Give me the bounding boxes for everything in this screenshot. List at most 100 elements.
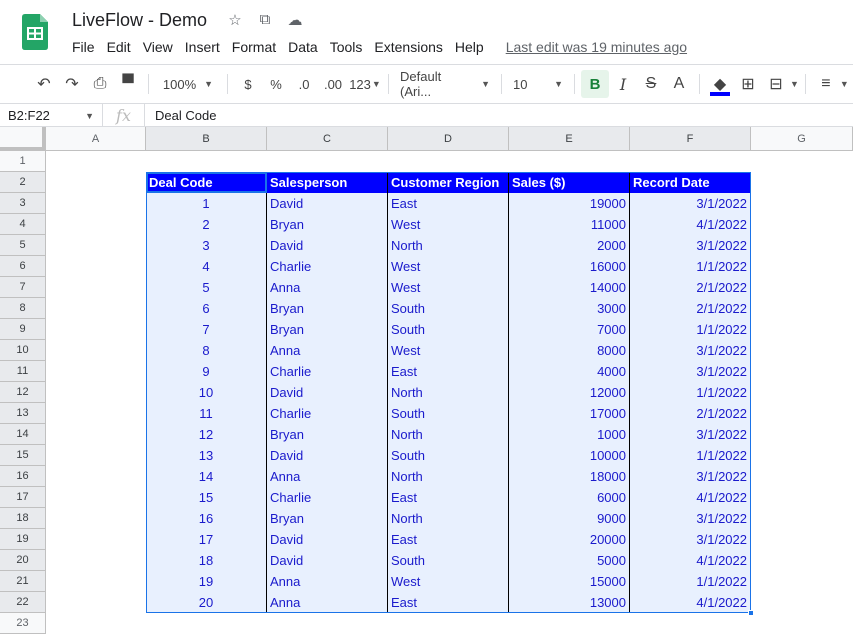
chevron-down-icon[interactable]: ▼ <box>790 79 799 89</box>
cell-customer-region[interactable]: West <box>388 340 509 361</box>
cell-salesperson[interactable]: David <box>267 550 388 571</box>
cell-salesperson[interactable]: David <box>267 445 388 466</box>
column-header-g[interactable]: G <box>751 127 853 151</box>
percent-button[interactable]: % <box>262 70 290 98</box>
cell-sales[interactable]: 18000 <box>509 466 630 487</box>
cell-sales[interactable]: 13000 <box>509 592 630 613</box>
cell-deal-code[interactable]: 9 <box>146 361 267 382</box>
select-all-corner[interactable] <box>0 127 46 151</box>
row-header-11[interactable]: 11 <box>0 361 46 382</box>
cell-customer-region[interactable]: North <box>388 508 509 529</box>
column-header-c[interactable]: C <box>267 127 388 151</box>
menu-file[interactable]: File <box>66 39 101 55</box>
cell-record-date[interactable]: 1/1/2022 <box>630 445 751 466</box>
cell-sales[interactable]: 17000 <box>509 403 630 424</box>
decrease-decimal-button[interactable]: .0 <box>290 70 318 98</box>
cell-customer-region[interactable]: North <box>388 235 509 256</box>
column-header-a[interactable]: A <box>46 127 146 151</box>
cell-deal-code[interactable]: 13 <box>146 445 267 466</box>
cell-sales[interactable]: 14000 <box>509 277 630 298</box>
strikethrough-button[interactable]: S <box>637 70 665 98</box>
cell-salesperson[interactable]: Bryan <box>267 424 388 445</box>
cell-record-date[interactable]: 2/1/2022 <box>630 277 751 298</box>
cell-record-date[interactable]: 3/1/2022 <box>630 361 751 382</box>
row-header-3[interactable]: 3 <box>0 193 46 214</box>
menu-help[interactable]: Help <box>449 39 490 55</box>
cell-salesperson[interactable]: Charlie <box>267 256 388 277</box>
fill-handle[interactable] <box>748 610 754 616</box>
cell-deal-code[interactable]: 16 <box>146 508 267 529</box>
cell-salesperson[interactable]: Anna <box>267 277 388 298</box>
cell-sales[interactable]: 20000 <box>509 529 630 550</box>
document-title[interactable]: LiveFlow - Demo <box>72 10 207 31</box>
row-header-22[interactable]: 22 <box>0 592 46 613</box>
cell-customer-region[interactable]: North <box>388 382 509 403</box>
cell-customer-region[interactable]: South <box>388 403 509 424</box>
cell-salesperson[interactable]: David <box>267 529 388 550</box>
row-header-6[interactable]: 6 <box>0 256 46 277</box>
menu-insert[interactable]: Insert <box>179 39 226 55</box>
row-header-12[interactable]: 12 <box>0 382 46 403</box>
formula-input[interactable]: Deal Code <box>145 108 216 123</box>
cell-record-date[interactable]: 3/1/2022 <box>630 508 751 529</box>
cell-customer-region[interactable]: East <box>388 361 509 382</box>
cell-customer-region[interactable]: East <box>388 193 509 214</box>
cell-customer-region[interactable]: North <box>388 466 509 487</box>
zoom-select[interactable]: 100% ▼ <box>155 70 221 98</box>
cell-salesperson[interactable]: Anna <box>267 571 388 592</box>
row-header-13[interactable]: 13 <box>0 403 46 424</box>
bold-button[interactable]: B <box>581 70 609 98</box>
table-header-salesperson[interactable]: Salesperson <box>267 172 388 193</box>
cell-sales[interactable]: 10000 <box>509 445 630 466</box>
row-header-8[interactable]: 8 <box>0 298 46 319</box>
text-color-button[interactable]: A <box>665 70 693 98</box>
cell-record-date[interactable]: 3/1/2022 <box>630 529 751 550</box>
cell-customer-region[interactable]: East <box>388 487 509 508</box>
cell-salesperson[interactable]: Anna <box>267 592 388 613</box>
cell-record-date[interactable]: 3/1/2022 <box>630 466 751 487</box>
cell-record-date[interactable]: 4/1/2022 <box>630 214 751 235</box>
menu-format[interactable]: Format <box>226 39 282 55</box>
star-icon[interactable]: ☆ <box>226 11 244 29</box>
print-icon[interactable]: ⎙ <box>86 70 114 98</box>
row-header-2[interactable]: 2 <box>0 172 46 193</box>
column-header-b[interactable]: B <box>146 127 267 151</box>
cell-deal-code[interactable]: 12 <box>146 424 267 445</box>
row-header-20[interactable]: 20 <box>0 550 46 571</box>
cell-sales[interactable]: 11000 <box>509 214 630 235</box>
table-header-customer-region[interactable]: Customer Region <box>388 172 509 193</box>
menu-view[interactable]: View <box>137 39 179 55</box>
cell-customer-region[interactable]: North <box>388 424 509 445</box>
cell-record-date[interactable]: 1/1/2022 <box>630 571 751 592</box>
cell-sales[interactable]: 12000 <box>509 382 630 403</box>
spreadsheet-grid[interactable]: A B C D E F G 1 2 3 4 5 6 7 8 9 10 11 12 13 14 15 16 17 18 19 20 21… <box>0 127 853 636</box>
row-header-9[interactable]: 9 <box>0 319 46 340</box>
menu-extensions[interactable]: Extensions <box>368 39 448 55</box>
last-edit-link[interactable]: Last edit was 19 minutes ago <box>500 39 693 55</box>
row-header-7[interactable]: 7 <box>0 277 46 298</box>
cell-customer-region[interactable]: South <box>388 550 509 571</box>
cell-sales[interactable]: 19000 <box>509 193 630 214</box>
row-header-17[interactable]: 17 <box>0 487 46 508</box>
row-header-16[interactable]: 16 <box>0 466 46 487</box>
cell-salesperson[interactable]: Bryan <box>267 319 388 340</box>
move-to-folder-icon[interactable]: ⧉ <box>256 11 274 29</box>
cell-record-date[interactable]: 3/1/2022 <box>630 235 751 256</box>
cell-record-date[interactable]: 3/1/2022 <box>630 424 751 445</box>
row-header-18[interactable]: 18 <box>0 508 46 529</box>
currency-button[interactable]: $ <box>234 70 262 98</box>
menu-tools[interactable]: Tools <box>324 39 369 55</box>
cell-salesperson[interactable]: David <box>267 235 388 256</box>
row-header-4[interactable]: 4 <box>0 214 46 235</box>
cell-sales[interactable]: 3000 <box>509 298 630 319</box>
row-header-23[interactable]: 23 <box>0 613 46 634</box>
cell-sales[interactable]: 5000 <box>509 550 630 571</box>
cell-record-date[interactable]: 1/1/2022 <box>630 256 751 277</box>
row-header-10[interactable]: 10 <box>0 340 46 361</box>
table-header-deal-code[interactable]: Deal Code <box>146 172 267 193</box>
cell-deal-code[interactable]: 2 <box>146 214 267 235</box>
cell-customer-region[interactable]: East <box>388 592 509 613</box>
cell-deal-code[interactable]: 10 <box>146 382 267 403</box>
cell-deal-code[interactable]: 18 <box>146 550 267 571</box>
cell-deal-code[interactable]: 1 <box>146 193 267 214</box>
